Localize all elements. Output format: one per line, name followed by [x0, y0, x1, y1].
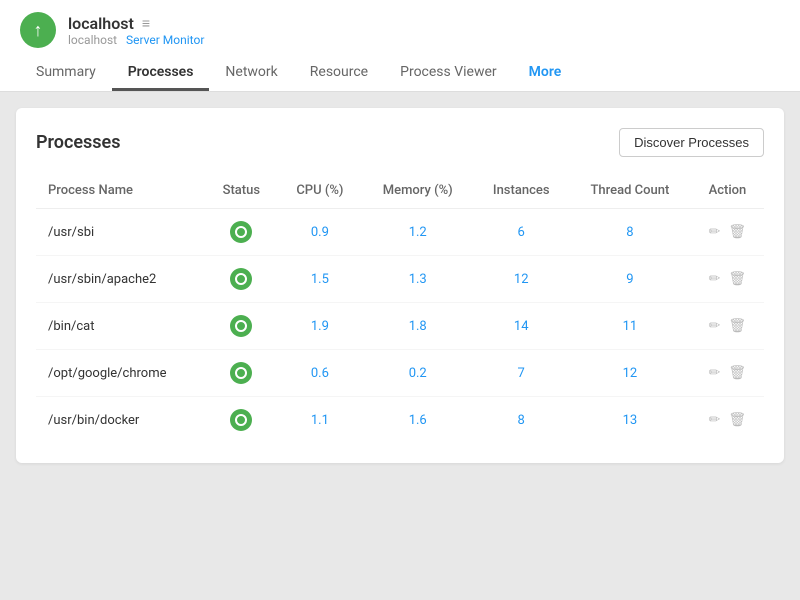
tab-resource[interactable]: Resource: [294, 56, 384, 91]
instances-cell: 8: [473, 397, 569, 444]
thread-count-cell: 8: [569, 209, 691, 256]
action-cell: ✏ 🗑: [691, 397, 764, 444]
process-name-cell: /usr/bin/docker: [36, 397, 205, 444]
cpu-cell: 1.1: [278, 397, 362, 444]
action-icons: ✏ 🗑: [703, 365, 752, 381]
thread-count-cell: 11: [569, 303, 691, 350]
status-cell: [205, 303, 278, 350]
col-instances: Instances: [473, 173, 569, 209]
discover-processes-button[interactable]: Discover Processes: [619, 128, 764, 157]
delete-icon[interactable]: 🗑: [728, 365, 746, 381]
edit-icon[interactable]: ✏: [709, 318, 721, 334]
edit-icon[interactable]: ✏: [709, 412, 721, 428]
delete-icon[interactable]: 🗑: [728, 271, 746, 287]
nav-tabs: Summary Processes Network Resource Proce…: [20, 56, 780, 91]
thread-count-cell: 13: [569, 397, 691, 444]
breadcrumb: localhost Server Monitor: [68, 33, 204, 47]
table-header: Process Name Status CPU (%) Memory (%) I…: [36, 173, 764, 209]
processes-table: Process Name Status CPU (%) Memory (%) I…: [36, 173, 764, 443]
memory-cell: 1.6: [362, 397, 473, 444]
table-body: /usr/sbi 0.9 1.2 6 8 ✏ 🗑 /usr/sbin/apach…: [36, 209, 764, 444]
action-cell: ✏ 🗑: [691, 209, 764, 256]
instances-cell: 6: [473, 209, 569, 256]
host-name-row: localhost ≡: [68, 14, 204, 33]
process-name-cell: /bin/cat: [36, 303, 205, 350]
app-header: ↑ localhost ≡ localhost Server Monitor S…: [0, 0, 800, 92]
table-row: /usr/bin/docker 1.1 1.6 8 13 ✏ 🗑: [36, 397, 764, 444]
cpu-cell: 0.6: [278, 350, 362, 397]
tab-more[interactable]: More: [513, 56, 578, 91]
host-menu-icon[interactable]: ≡: [142, 15, 150, 32]
main-content: Processes Discover Processes Process Nam…: [0, 92, 800, 600]
cpu-cell: 0.9: [278, 209, 362, 256]
thread-count-cell: 12: [569, 350, 691, 397]
tab-network[interactable]: Network: [209, 56, 293, 91]
status-active-icon: [230, 315, 252, 337]
col-memory: Memory (%): [362, 173, 473, 209]
col-process-name: Process Name: [36, 173, 205, 209]
edit-icon[interactable]: ✏: [709, 365, 721, 381]
table-row: /usr/sbin/apache2 1.5 1.3 12 9 ✏ 🗑: [36, 256, 764, 303]
table-header-row: Process Name Status CPU (%) Memory (%) I…: [36, 173, 764, 209]
host-info: localhost ≡ localhost Server Monitor: [68, 14, 204, 47]
breadcrumb-host: localhost: [68, 33, 117, 47]
edit-icon[interactable]: ✏: [709, 271, 721, 287]
col-cpu: CPU (%): [278, 173, 362, 209]
process-name-cell: /usr/sbi: [36, 209, 205, 256]
memory-cell: 1.2: [362, 209, 473, 256]
card-title: Processes: [36, 132, 121, 153]
tab-process-viewer[interactable]: Process Viewer: [384, 56, 513, 91]
tab-processes[interactable]: Processes: [112, 56, 210, 91]
status-cell: [205, 209, 278, 256]
status-cell: [205, 350, 278, 397]
cpu-cell: 1.5: [278, 256, 362, 303]
memory-cell: 1.8: [362, 303, 473, 350]
thread-count-cell: 9: [569, 256, 691, 303]
host-name-label: localhost: [68, 14, 134, 33]
table-row: /usr/sbi 0.9 1.2 6 8 ✏ 🗑: [36, 209, 764, 256]
status-active-icon: [230, 221, 252, 243]
action-icons: ✏ 🗑: [703, 318, 752, 334]
delete-icon[interactable]: 🗑: [728, 224, 746, 240]
action-cell: ✏ 🗑: [691, 303, 764, 350]
action-cell: ✏ 🗑: [691, 350, 764, 397]
instances-cell: 14: [473, 303, 569, 350]
edit-icon[interactable]: ✏: [709, 224, 721, 240]
cpu-cell: 1.9: [278, 303, 362, 350]
table-row: /opt/google/chrome 0.6 0.2 7 12 ✏ 🗑: [36, 350, 764, 397]
breadcrumb-server-monitor[interactable]: Server Monitor: [126, 33, 204, 47]
host-row: ↑ localhost ≡ localhost Server Monitor: [20, 12, 780, 48]
status-active-icon: [230, 268, 252, 290]
delete-icon[interactable]: 🗑: [728, 318, 746, 334]
memory-cell: 0.2: [362, 350, 473, 397]
action-cell: ✏ 🗑: [691, 256, 764, 303]
process-name-cell: /opt/google/chrome: [36, 350, 205, 397]
host-icon: ↑: [20, 12, 56, 48]
memory-cell: 1.3: [362, 256, 473, 303]
col-thread-count: Thread Count: [569, 173, 691, 209]
instances-cell: 12: [473, 256, 569, 303]
delete-icon[interactable]: 🗑: [728, 412, 746, 428]
action-icons: ✏ 🗑: [703, 224, 752, 240]
action-icons: ✏ 🗑: [703, 271, 752, 287]
up-arrow-icon: ↑: [34, 20, 43, 41]
col-status: Status: [205, 173, 278, 209]
action-icons: ✏ 🗑: [703, 412, 752, 428]
status-active-icon: [230, 409, 252, 431]
process-name-cell: /usr/sbin/apache2: [36, 256, 205, 303]
card-header: Processes Discover Processes: [36, 128, 764, 157]
col-action: Action: [691, 173, 764, 209]
status-active-icon: [230, 362, 252, 384]
instances-cell: 7: [473, 350, 569, 397]
status-cell: [205, 397, 278, 444]
table-row: /bin/cat 1.9 1.8 14 11 ✏ 🗑: [36, 303, 764, 350]
tab-summary[interactable]: Summary: [20, 56, 112, 91]
processes-card: Processes Discover Processes Process Nam…: [16, 108, 784, 463]
status-cell: [205, 256, 278, 303]
